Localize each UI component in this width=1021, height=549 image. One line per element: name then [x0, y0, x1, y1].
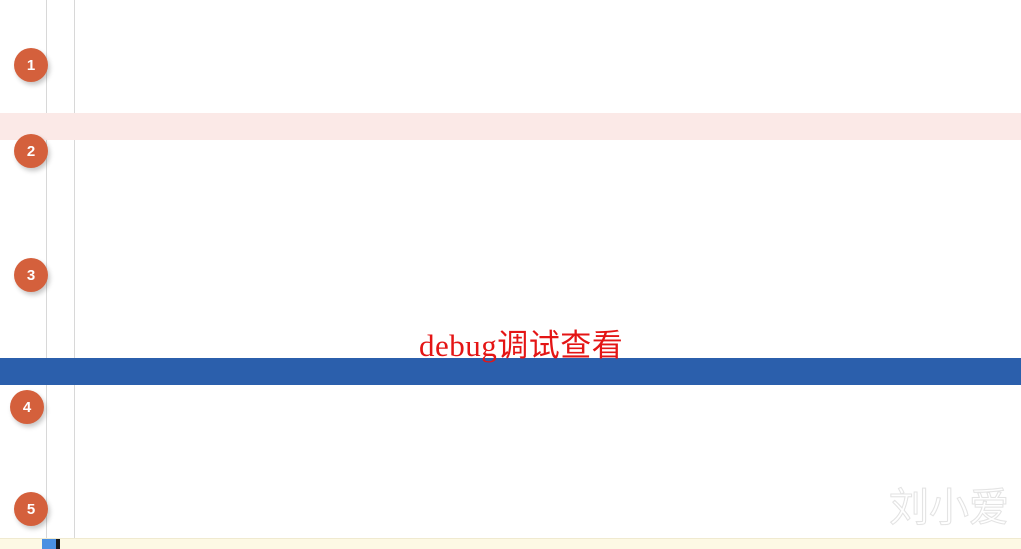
- code-line-1[interactable]: public List<Route> queryPage(int pageSiz…: [0, 0, 1021, 27]
- watermark: 刘小爱: [889, 485, 1010, 531]
- debug-annotation: debug调试查看: [419, 328, 624, 363]
- code-line-5[interactable]: StringBuilder sql = new StringBuilder("s…: [0, 113, 1021, 140]
- code-line-10[interactable]: params.add(cid); cid: "8": [0, 248, 1021, 275]
- code-line-17[interactable]: return template.query(sql.toString(),new…: [0, 442, 1021, 469]
- caret-block: [42, 539, 56, 549]
- code-line-18[interactable]: params.toArray());: [0, 469, 1021, 496]
- code-line-11[interactable]: }: [0, 275, 1021, 302]
- code-line-2[interactable]: //sql语句编写: [0, 27, 1021, 54]
- step-badge-5: 5: [14, 492, 48, 526]
- step-badge-1: 1: [14, 48, 48, 82]
- code-line-16[interactable]: //查询数据: [0, 412, 1021, 439]
- code-editor[interactable]: public List<Route> queryPage(int pageSiz…: [0, 0, 1021, 549]
- code-line-6[interactable]: List<Object> params = new ArrayList<>();…: [0, 140, 1021, 167]
- code-line-15[interactable]: params.add(pageSize);: [0, 385, 1021, 412]
- step-badge-4: 4: [10, 390, 44, 424]
- code-line-4[interactable]: //动态拼接sql: [0, 81, 1021, 108]
- code-line-9[interactable]: sql.append(" and cid=?");: [0, 221, 1021, 248]
- step-badge-3: 3: [14, 258, 48, 292]
- caret-bar: [56, 539, 60, 549]
- code-line-3[interactable]: String sql="select * from tab_route wher…: [0, 54, 1021, 81]
- code-line-8[interactable]: if (StringUtils.isNotBlank(cid)) {: [0, 194, 1021, 221]
- step-badge-2: 2: [14, 134, 48, 168]
- code-line-7[interactable]: //将cid拼接进去: [0, 167, 1021, 194]
- bottom-strip: [0, 538, 1021, 549]
